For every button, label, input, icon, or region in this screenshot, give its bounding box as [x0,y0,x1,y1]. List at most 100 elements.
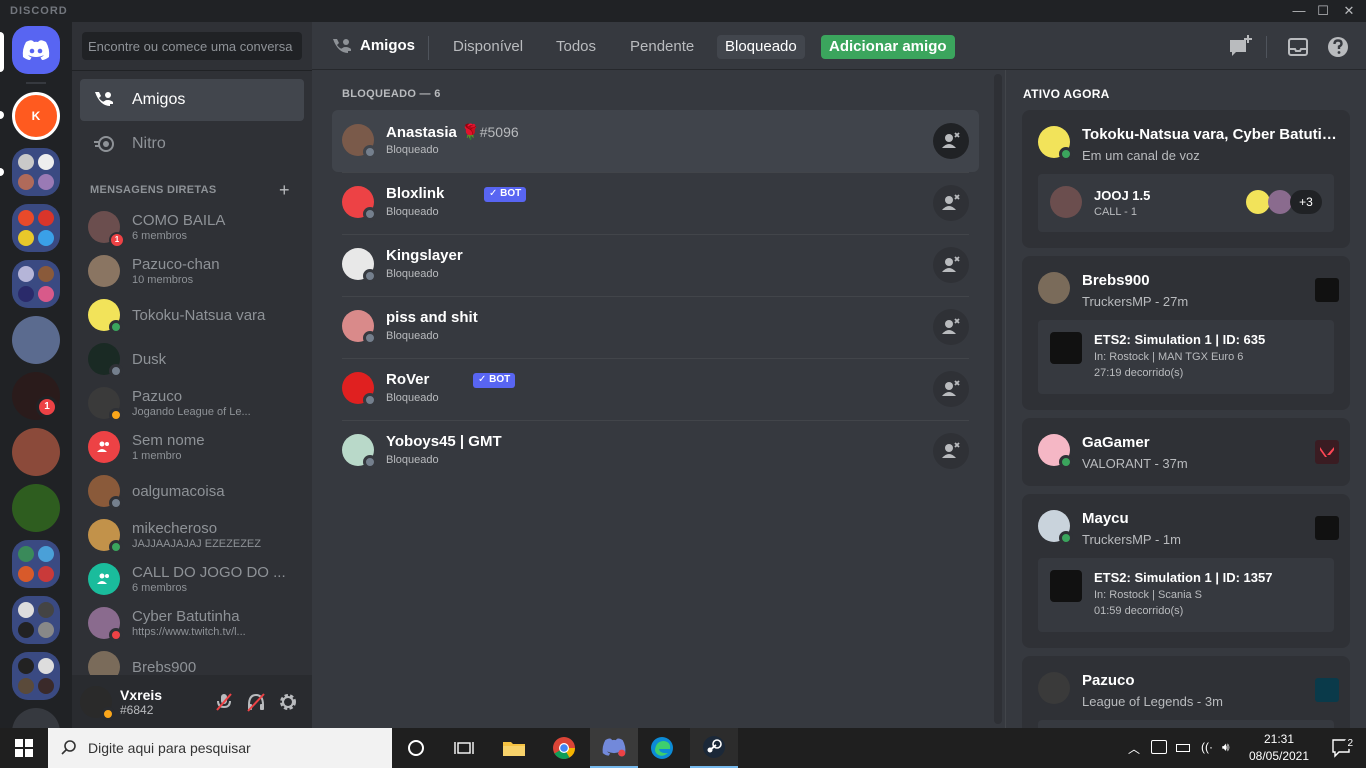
status-indicator [363,207,377,221]
status-indicator [363,145,377,159]
dm-item[interactable]: CALL DO JOGO DO ... 6 membros [80,558,304,600]
friend-row[interactable]: Anastasia 🌹#5096 Bloqueado [332,110,979,172]
add-server-button[interactable] [12,708,60,728]
activity-card[interactable]: Maycu TruckersMP - 1m ETS2: Simulation 1… [1022,494,1350,648]
unblock-button[interactable] [933,309,969,345]
unblock-button[interactable] [933,123,969,159]
friend-name: Kingslayer [386,247,463,264]
dm-sidebar: Encontre ou comece uma conversa Amigos N… [72,22,312,728]
row-divider [342,358,969,359]
row-divider [342,420,969,421]
deafen-icon[interactable] [245,691,267,713]
activity-card[interactable]: Tokoku-Natsua vara, Cyber Batutinha... E… [1022,110,1350,248]
new-group-dm-icon[interactable] [1228,34,1254,60]
volume-icon[interactable]: 🔊︎ [1222,740,1230,755]
voice-channel-box[interactable]: JOOJ 1.5 CALL - 1 +3 [1038,174,1334,232]
inbox-icon[interactable] [1285,34,1311,60]
dm-item[interactable]: Tokoku-Natsua vara [80,294,304,336]
taskbar-clock[interactable]: 21:31 08/05/2021 [1246,731,1312,765]
add-friend-button[interactable]: Adicionar amigo [821,35,955,59]
friend-row[interactable]: piss and shit Bloqueado [332,296,979,358]
tab-available[interactable]: Disponível [445,35,531,59]
battery-icon[interactable] [1176,744,1190,752]
dm-name: CALL DO JOGO DO ... [132,564,286,581]
search-conversation-input[interactable]: Encontre ou comece uma conversa [82,32,302,60]
avatar [88,387,123,422]
avatar [88,475,123,510]
tab-pending[interactable]: Pendente [622,35,702,59]
friend-row[interactable]: Bloxlink ✓ BOT Bloqueado [332,172,979,234]
game-activity-box[interactable] [1038,720,1334,728]
unblock-button[interactable] [933,185,969,221]
group-avatar [88,431,120,463]
friend-row[interactable]: Yoboys45 | GMT Bloqueado [332,420,979,482]
activity-name: Brebs900 [1082,272,1150,289]
dm-sub: 10 membros [132,274,194,286]
dm-item[interactable]: Dusk [80,338,304,380]
guild-klei[interactable]: K [12,92,60,140]
dm-item[interactable]: Pazuco Jogando League of Le... [80,382,304,424]
avatar [1038,434,1073,469]
discord-taskbar-button[interactable] [590,728,638,768]
dm-item[interactable]: 1 COMO BAILA 6 membros [80,206,304,248]
guild-folder-1[interactable] [12,148,60,196]
task-view-button[interactable] [440,728,488,768]
cortana-button[interactable] [392,728,440,768]
guild-folder-5[interactable] [12,596,60,644]
game-activity-box[interactable]: ETS2: Simulation 1 | ID: 1357 In: Rostoc… [1038,558,1334,632]
dm-item[interactable]: Sem nome 1 membro [80,426,304,468]
edge-button[interactable] [638,728,686,768]
truckersmp-icon [1315,278,1339,302]
start-button[interactable] [0,728,48,768]
dm-item[interactable]: oalgumacoisa [80,470,304,512]
notification-center-button[interactable]: 2 [1318,728,1366,768]
guild-folder-6[interactable] [12,652,60,700]
windows-logo-icon [15,739,33,757]
dm-item[interactable]: mikecheroso JAJJAAJAJAJ EZEZEZEZ [80,514,304,556]
create-dm-button[interactable]: + [279,180,290,201]
divider [428,36,429,60]
dm-item[interactable]: Pazuco-chan 10 membros [80,250,304,292]
friend-row[interactable]: Kingslayer Bloqueado [332,234,979,296]
friend-row[interactable]: RoVer ✓ BOT Bloqueado [332,358,979,420]
user-avatar[interactable] [80,685,115,721]
truckersmp-icon [1315,516,1339,540]
activity-name: Tokoku-Natsua vara, Cyber Batutinha... [1082,126,1338,143]
help-icon[interactable] [1325,34,1351,60]
tab-blocked[interactable]: Bloqueado [717,35,805,59]
activity-card[interactable]: Pazuco League of Legends - 3m [1022,656,1350,728]
friends-scrollbar[interactable] [994,74,1002,724]
chrome-button[interactable] [540,728,588,768]
tray-chevron-icon[interactable]: ︿ [1128,740,1140,757]
steam-button[interactable] [690,728,738,768]
dm-name: Dusk [132,350,167,368]
nav-friends[interactable]: Amigos [80,79,304,121]
taskbar-search-input[interactable]: Digite aqui para pesquisar [48,728,392,768]
nav-nitro[interactable]: Nitro [80,123,304,165]
unblock-button[interactable] [933,371,969,407]
edge-icon [651,737,673,759]
game-activity-box[interactable]: ETS2: Simulation 1 | ID: 635 In: Rostock… [1038,320,1334,394]
file-explorer-button[interactable] [490,728,538,768]
home-button[interactable] [12,26,60,74]
guild-folder-4[interactable] [12,540,60,588]
guild-folder-2[interactable] [12,204,60,252]
wifi-icon[interactable]: ((· [1201,740,1213,754]
dm-item[interactable]: Cyber Batutinha https://www.twitch.tv/l..… [80,602,304,644]
unblock-user-icon [942,318,960,334]
activity-card[interactable]: Brebs900 TruckersMP - 27m ETS2: Simulati… [1022,256,1350,410]
guild-anime[interactable] [12,316,60,364]
group-icon [97,441,109,452]
settings-gear-icon[interactable] [277,691,299,713]
tab-all[interactable]: Todos [548,35,604,59]
guild-sunset[interactable] [12,428,60,476]
guild-folder-3[interactable] [12,260,60,308]
tray-app-icon[interactable] [1151,740,1167,754]
activity-card[interactable]: GaGamer VALORANT - 37m [1022,418,1350,486]
mute-icon[interactable] [213,691,235,713]
guild-green[interactable] [12,484,60,532]
unblock-button[interactable] [933,433,969,469]
close-button[interactable]: ✕ [1332,0,1366,22]
unblock-button[interactable] [933,247,969,283]
dm-name: COMO BAILA [132,212,226,229]
